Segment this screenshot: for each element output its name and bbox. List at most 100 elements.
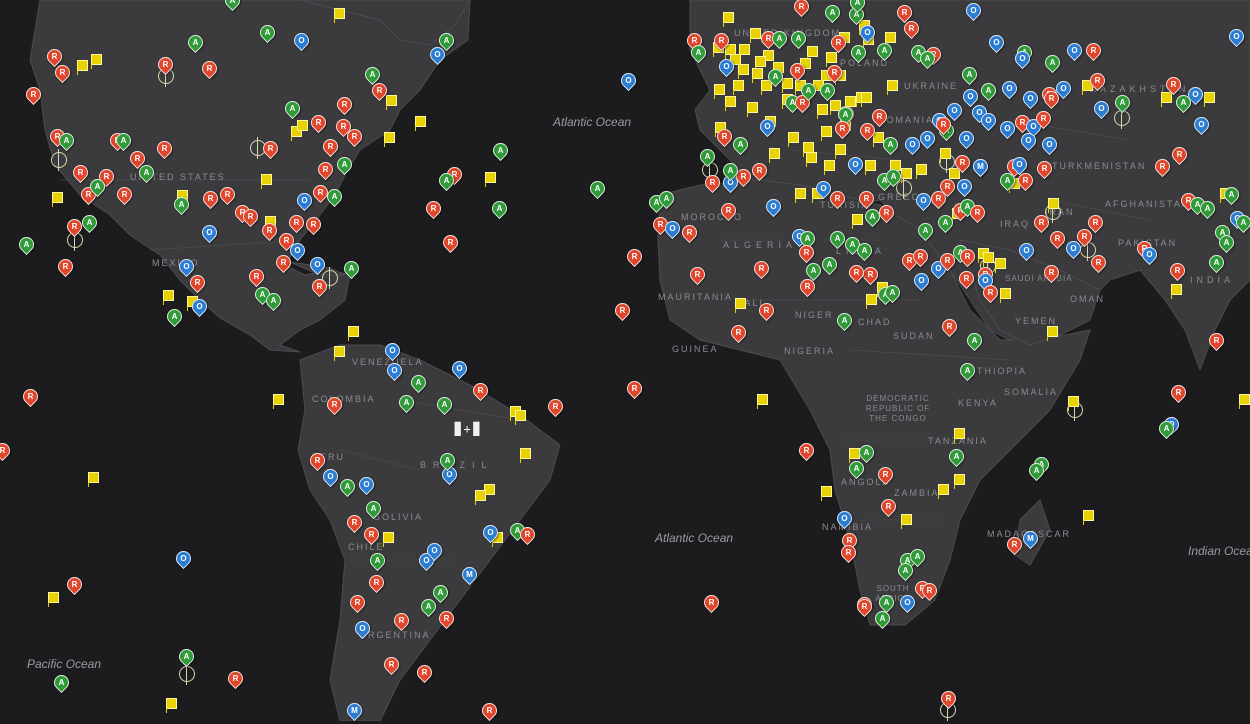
world-map[interactable] [0,0,1250,721]
flag-marker-icon[interactable] [723,12,734,27]
flag-marker-icon[interactable] [334,8,345,23]
flag-marker-icon[interactable] [1161,92,1172,107]
flag-marker-icon[interactable] [788,132,799,147]
flag-marker-icon[interactable] [485,172,496,187]
flag-marker-icon[interactable] [515,410,526,425]
flag-marker-icon[interactable] [983,252,994,267]
flag-marker-icon[interactable] [845,96,856,111]
flag-marker-icon[interactable] [852,214,863,229]
pin-letter: R [134,154,141,163]
flag-marker-icon[interactable] [475,490,486,505]
pin-letter: A [842,110,849,119]
pin-letter: O [389,346,396,355]
pin-letter: O [951,106,958,115]
pin-letter: R [798,2,805,12]
flag-marker-icon[interactable] [1239,394,1250,409]
pin-letter: R [944,182,951,191]
flag-marker-icon[interactable] [88,472,99,487]
flag-marker-icon[interactable] [821,126,832,141]
flag-marker-icon[interactable] [48,592,59,607]
pin-letter: R [834,194,841,203]
flag-marker-icon[interactable] [866,294,877,309]
pin-letter: O [1071,46,1078,55]
flag-marker-icon[interactable] [940,148,951,163]
ocean-label-indian: Indian Ocean [1188,544,1250,558]
flag-marker-icon[interactable] [782,78,793,93]
flag-marker-icon[interactable] [750,28,761,43]
flag-marker-icon[interactable] [738,64,749,79]
pin-letter: R [443,614,450,623]
flag-marker-icon[interactable] [166,698,177,713]
flag-marker-icon[interactable] [835,144,846,159]
flag-marker-icon[interactable] [901,168,912,183]
pin-letter: M [1027,534,1034,543]
flag-marker-icon[interactable] [826,52,837,67]
flag-marker-icon[interactable] [1083,510,1094,525]
flag-marker-icon[interactable] [386,95,397,110]
flag-marker-icon[interactable] [769,148,780,163]
pin-letter: R [293,218,300,227]
flag-marker-icon[interactable] [1048,198,1059,213]
flag-marker-icon[interactable] [752,68,763,83]
flag-marker-icon[interactable] [725,96,736,111]
flag-marker-icon[interactable] [714,84,725,99]
flag-marker-icon[interactable] [938,484,949,499]
pin-letter: R [853,268,860,277]
flag-marker-icon[interactable] [334,346,345,361]
flag-marker-icon[interactable] [348,326,359,341]
flag-marker-icon[interactable] [807,46,818,61]
flag-marker-icon[interactable] [824,160,835,175]
flag-marker-icon[interactable] [887,80,898,95]
flag-marker-icon[interactable] [817,104,828,119]
flag-marker-icon[interactable] [733,80,744,95]
flag-marker-icon[interactable] [1047,326,1058,341]
pin-letter: R [30,90,37,99]
flag-marker-icon[interactable] [163,290,174,305]
flag-marker-icon[interactable] [861,92,872,107]
pin-letter: A [663,194,670,203]
flag-marker-icon[interactable] [1171,284,1182,299]
flag-marker-icon[interactable] [916,164,927,179]
flag-marker-icon[interactable] [91,54,102,69]
flag-marker-icon[interactable] [52,192,63,207]
target-icon[interactable] [179,663,195,685]
flag-marker-icon[interactable] [520,448,531,463]
flag-marker-icon[interactable] [1068,396,1079,411]
flag-marker-icon[interactable] [384,132,395,147]
flag-marker-icon[interactable] [795,188,806,203]
pin-letter: R [863,194,870,203]
flag-marker-icon[interactable] [77,60,88,75]
flag-marker-icon[interactable] [273,394,284,409]
flag-marker-icon[interactable] [1000,288,1011,303]
flag-marker-icon[interactable] [885,32,896,47]
flag-marker-icon[interactable] [735,298,746,313]
pin-letter: O [924,134,931,143]
flag-marker-icon[interactable] [865,160,876,175]
country-label-algeria: ALGERIA [723,240,798,250]
flag-marker-icon[interactable] [803,142,814,157]
target-icon[interactable] [51,149,67,171]
flag-marker-icon[interactable] [806,152,817,167]
pin-letter: A [1163,424,1170,433]
pin-letter: A [879,614,886,623]
flag-marker-icon[interactable] [747,102,758,117]
pin-letter: A [737,140,744,149]
flag-marker-icon[interactable] [415,116,426,131]
pin-letter: R [1054,234,1061,243]
flag-marker-icon[interactable] [901,514,912,529]
satellite-icon[interactable]: ▐▌+▐▌ [451,422,483,436]
flag-marker-icon[interactable] [755,56,766,71]
pin-letter: O [1019,54,1026,63]
flag-marker-icon[interactable] [383,532,394,547]
flag-marker-icon[interactable] [954,428,965,443]
flag-marker-icon[interactable] [261,174,272,189]
flag-marker-icon[interactable] [995,258,1006,273]
flag-marker-icon[interactable] [297,120,308,135]
flag-marker-icon[interactable] [821,486,832,501]
pin-letter: R [839,124,846,133]
flag-marker-icon[interactable] [757,394,768,409]
pin-letter: A [695,48,702,57]
flag-marker-icon[interactable] [1204,92,1215,107]
pin-letter: O [764,122,771,131]
flag-marker-icon[interactable] [954,474,965,489]
